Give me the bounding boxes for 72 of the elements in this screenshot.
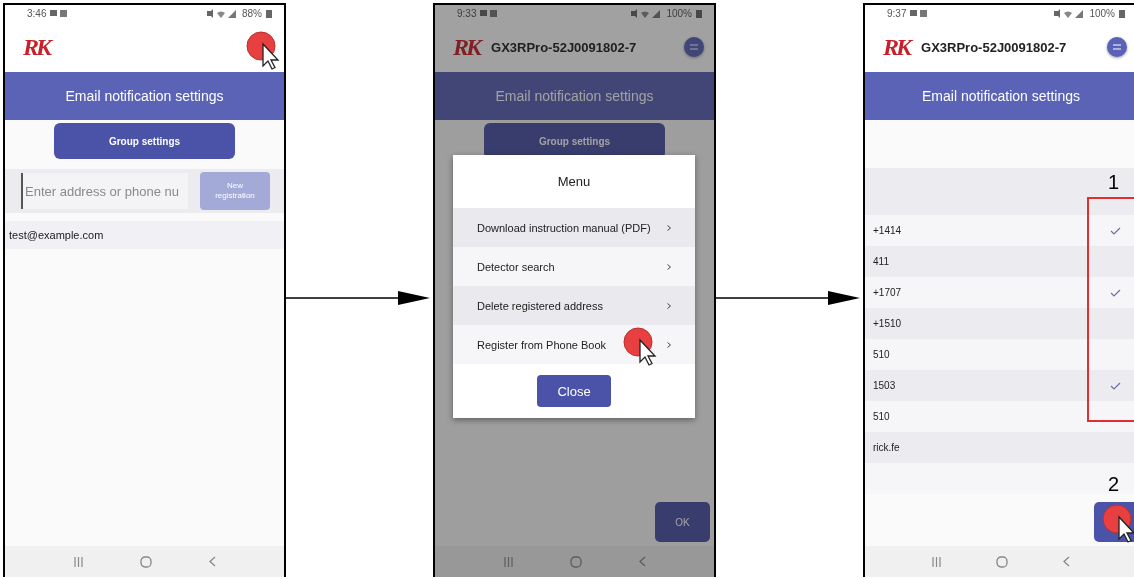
status-time: 9:37 xyxy=(887,8,907,19)
battery-level: 88% xyxy=(242,8,262,19)
step-number: 1 xyxy=(1107,172,1119,192)
back-icon[interactable] xyxy=(208,556,216,567)
home-icon[interactable] xyxy=(569,555,582,568)
device-name: GX3RPro-52J0091802-7 xyxy=(491,39,638,55)
screen-title: Email notification settings xyxy=(5,72,284,120)
back-icon[interactable] xyxy=(638,556,646,567)
contact-name: +1414 xyxy=(873,225,902,236)
chevron-icon xyxy=(667,263,671,270)
address-field[interactable]: Enter address or phone nu xyxy=(21,173,188,209)
company-logo: RK xyxy=(883,35,909,59)
check-icon xyxy=(1110,381,1121,390)
back-icon[interactable] xyxy=(1062,556,1070,567)
menu-item[interactable]: Detector search xyxy=(453,247,695,286)
home-icon[interactable] xyxy=(139,555,152,568)
recent-apps-icon[interactable] xyxy=(932,556,942,567)
contact-row[interactable]: 411 xyxy=(865,246,1134,277)
contact-row[interactable]: 1503 xyxy=(865,370,1134,401)
contact-row[interactable]: +1414 xyxy=(865,215,1134,246)
contact-name: 411 xyxy=(873,256,889,267)
notification-icons xyxy=(50,9,69,18)
contact-name: +1510 xyxy=(873,318,902,329)
contact-row[interactable]: 510 xyxy=(865,401,1134,432)
recent-apps-icon[interactable] xyxy=(73,556,83,567)
contact-name: +1707 xyxy=(873,287,902,298)
status-icons-drawing xyxy=(630,9,663,18)
notification-icons xyxy=(910,9,929,18)
battery-icon xyxy=(266,9,272,18)
status-icons-drawing xyxy=(1053,9,1086,18)
battery-level: 100% xyxy=(1089,8,1115,19)
status-icons-drawing xyxy=(206,9,238,18)
menu-item[interactable]: Delete registered address xyxy=(453,286,695,325)
contact-row[interactable]: +1707 xyxy=(865,277,1134,308)
recent-apps-icon[interactable] xyxy=(503,556,513,567)
ok-button[interactable] xyxy=(1094,502,1134,542)
chevron-icon xyxy=(667,224,671,231)
device-name: GX3RPro-52J0091802-7 xyxy=(921,39,1068,55)
menu-button[interactable] xyxy=(1107,37,1127,57)
close-button[interactable]: Close xyxy=(537,375,611,407)
address-row[interactable]: test@example.com xyxy=(5,221,284,249)
check-icon xyxy=(1110,288,1121,297)
contact-name: 1503 xyxy=(873,380,896,391)
status-time: 3:46 xyxy=(27,8,47,19)
contact-name: 510 xyxy=(873,349,890,360)
battery-icon xyxy=(696,9,702,18)
company-logo: RK xyxy=(453,35,479,59)
check-icon xyxy=(1110,226,1121,235)
menu-button[interactable] xyxy=(684,37,704,57)
menu-icon xyxy=(690,44,698,50)
step-number: 2 xyxy=(1107,474,1119,494)
menu-icon xyxy=(1113,44,1121,50)
contact-row[interactable]: +1510 xyxy=(865,308,1134,339)
battery-level: 100% xyxy=(666,8,692,19)
screen-title: Email notification settings xyxy=(865,72,1134,120)
chevron-icon xyxy=(667,341,671,348)
ok-button[interactable]: OK xyxy=(655,502,710,542)
notification-icons xyxy=(480,9,499,18)
dialog-title: Menu xyxy=(556,173,592,191)
group-settings-button[interactable]: Group settings xyxy=(54,123,235,159)
menu-item[interactable]: Download instruction manual (PDF) xyxy=(453,208,695,247)
company-logo: RK xyxy=(23,35,49,59)
chevron-icon xyxy=(667,302,671,309)
home-icon[interactable] xyxy=(996,555,1008,568)
contact-name: 510 xyxy=(873,411,890,422)
contact-row[interactable]: rick.fe xyxy=(865,432,1134,463)
battery-icon xyxy=(1119,9,1125,18)
screen-title: Email notification settings xyxy=(435,72,714,120)
contact-name: rick.fe xyxy=(873,442,900,453)
contact-row[interactable]: 510 xyxy=(865,339,1134,370)
status-time: 9:33 xyxy=(457,8,477,19)
menu-item[interactable]: Register from Phone Book xyxy=(453,325,695,364)
